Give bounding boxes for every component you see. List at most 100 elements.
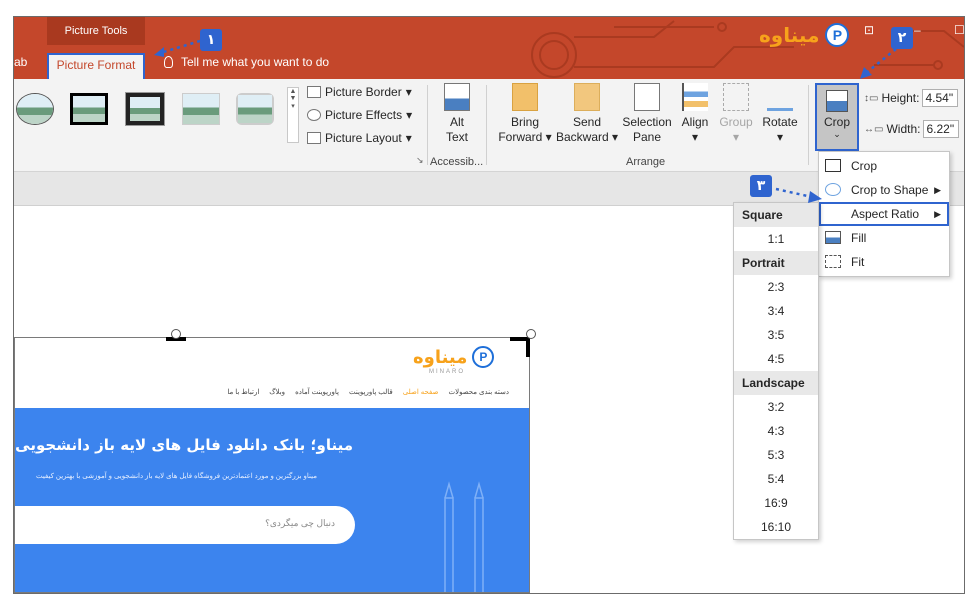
height-control[interactable]: ↕▭ Height: 4.54" — [864, 89, 959, 107]
ratio-3-4[interactable]: 3:4 — [734, 299, 818, 323]
menu-item-aspect-ratio[interactable]: Aspect Ratio ▶ — [819, 202, 949, 226]
ratio-5-3[interactable]: 5:3 — [734, 443, 818, 467]
selection-pane-line1: Selection — [622, 115, 672, 129]
picture-logo-sub: MINARO — [429, 369, 465, 375]
dialog-launcher-icon[interactable]: ↘ — [416, 155, 424, 166]
picture-search-placeholder: دنبال چی میگردی؟ — [265, 518, 335, 528]
crop-dropdown: Crop Crop to Shape ▶ Aspect Ratio ▶ Fill… — [818, 151, 950, 277]
picture-style-soft[interactable] — [182, 93, 220, 125]
picture-search-bar: دنبال چی میگردی؟ — [15, 506, 355, 544]
menu-item-crop[interactable]: Crop — [819, 154, 949, 178]
picture-site-header: میناوه P MINARO دسته بندی محصولات صفحه ا… — [15, 338, 529, 409]
width-icon: ↔▭ — [864, 123, 884, 135]
pointer-arrow-3 — [775, 187, 822, 203]
alt-text-line2: Text — [445, 130, 468, 144]
rotate-label: Rotate — [762, 115, 798, 129]
submenu-arrow-icon: ▶ — [934, 209, 941, 219]
aspect-ratio-submenu: Square 1:1 Portrait 2:3 3:4 3:5 4:5 Land… — [733, 202, 819, 540]
picture-style-rounded[interactable] — [236, 93, 274, 125]
minaret-illustration — [444, 481, 484, 592]
portrait-header: Portrait — [734, 251, 818, 275]
group-label: Group — [719, 115, 753, 129]
height-icon: ↕▭ — [864, 92, 879, 104]
separator — [486, 85, 487, 165]
menu-item-crop-to-shape[interactable]: Crop to Shape ▶ — [819, 178, 949, 202]
pointer-arrow-2 — [860, 48, 897, 79]
logo-word: میناوه — [759, 23, 820, 47]
height-input[interactable]: 4.54" — [922, 89, 959, 107]
picture-border-menu[interactable]: Picture Border ▾ — [307, 85, 412, 99]
selected-picture[interactable]: میناوه P MINARO دسته بندی محصولات صفحه ا… — [14, 337, 530, 593]
picture-logo-word: میناوه — [413, 346, 468, 368]
picture-effects-menu[interactable]: Picture Effects ▾ — [307, 108, 412, 122]
ratio-16-10[interactable]: 16:10 — [734, 515, 818, 539]
send-backward-button[interactable]: Send Backward ▾ — [554, 83, 620, 145]
width-control[interactable]: ↔▭ Width: 6.22" — [864, 120, 960, 138]
ratio-5-4[interactable]: 5:4 — [734, 467, 818, 491]
square-header: Square — [734, 203, 818, 227]
gallery-scroll[interactable]: ▲ ▼ ▾ — [287, 87, 299, 143]
picture-style-frame-black[interactable] — [70, 93, 108, 125]
step-badge-3: ٣ — [750, 175, 772, 197]
crop-label: Crop — [823, 115, 850, 129]
bring-forward-icon — [512, 83, 538, 111]
width-input[interactable]: 6.22" — [923, 120, 960, 138]
menu-item-fit[interactable]: Fit — [819, 250, 949, 274]
crop-icon — [826, 90, 848, 112]
ratio-4-5[interactable]: 4:5 — [734, 347, 818, 371]
selection-pane-icon — [634, 83, 660, 111]
picture-style-thick-frame[interactable] — [126, 93, 164, 125]
crop-handle-corner-right[interactable] — [526, 337, 530, 357]
ratio-3-2[interactable]: 3:2 — [734, 395, 818, 419]
ribbon-display-icon[interactable]: ⊡ — [864, 23, 874, 37]
brand-logo: میناوه P — [759, 23, 850, 47]
picture-nav-item: صفحه اصلی — [402, 389, 439, 396]
picture-layout-label: Picture Layout — [325, 131, 402, 145]
align-icon — [682, 83, 708, 111]
ratio-16-9[interactable]: 16:9 — [734, 491, 818, 515]
rotate-handle-icon[interactable] — [171, 329, 181, 339]
group-icon — [723, 83, 749, 111]
resize-handle-icon[interactable] — [526, 329, 536, 339]
ratio-1-1[interactable]: 1:1 — [734, 227, 818, 251]
arrange-group-label: Arrange — [626, 156, 666, 168]
menu-item-fill[interactable]: Fill — [819, 226, 949, 250]
picture-layout-menu[interactable]: Picture Layout ▾ — [307, 131, 412, 145]
send-backward-line1: Send — [572, 115, 602, 129]
powerpoint-window: Picture Tools ab Picture Format Tell me … — [13, 16, 965, 594]
alt-text-line1: Alt — [449, 115, 464, 129]
minimize-icon[interactable]: – — [914, 23, 921, 37]
ratio-3-5[interactable]: 3:5 — [734, 323, 818, 347]
menu-item-label: Crop to Shape — [851, 183, 929, 197]
picture-nav-item: پاورپوینت آماده — [295, 389, 339, 396]
accessibility-group-label: Accessib... — [430, 156, 484, 168]
bring-forward-button[interactable]: Bring Forward ▾ — [494, 83, 556, 145]
send-backward-icon — [574, 83, 600, 111]
picture-tools-label: Picture Tools — [47, 17, 145, 45]
crop-icon — [825, 159, 841, 172]
step-badge-2: ٢ — [891, 27, 913, 49]
picture-style-oval[interactable] — [16, 93, 54, 125]
ratio-2-3[interactable]: 2:3 — [734, 275, 818, 299]
restore-icon[interactable]: ☐ — [954, 23, 964, 37]
menu-item-label: Fill — [851, 231, 867, 245]
tab-partial[interactable]: ab — [14, 55, 27, 69]
width-label: Width: — [886, 122, 921, 136]
submenu-arrow-icon: ▶ — [934, 185, 941, 195]
separator — [808, 85, 809, 165]
picture-effects-label: Picture Effects — [325, 108, 403, 122]
group-button[interactable]: Group ▾ — [716, 83, 756, 145]
rotate-button[interactable]: Rotate ▾ — [760, 83, 800, 145]
layout-icon — [307, 132, 321, 144]
picture-nav-item: قالب پاورپوینت — [348, 389, 393, 396]
pen-icon — [307, 86, 321, 98]
tab-picture-format[interactable]: Picture Format — [47, 53, 145, 79]
selection-pane-button[interactable]: Selection Pane — [620, 83, 674, 145]
fit-icon — [825, 255, 841, 268]
crop-button[interactable]: Crop ⌄ — [815, 83, 859, 151]
landscape-header: Landscape — [734, 371, 818, 395]
alt-text-button[interactable]: Alt Text — [439, 83, 475, 145]
separator — [427, 85, 428, 165]
align-button[interactable]: Align ▾ — [678, 83, 712, 145]
ratio-4-3[interactable]: 4:3 — [734, 419, 818, 443]
